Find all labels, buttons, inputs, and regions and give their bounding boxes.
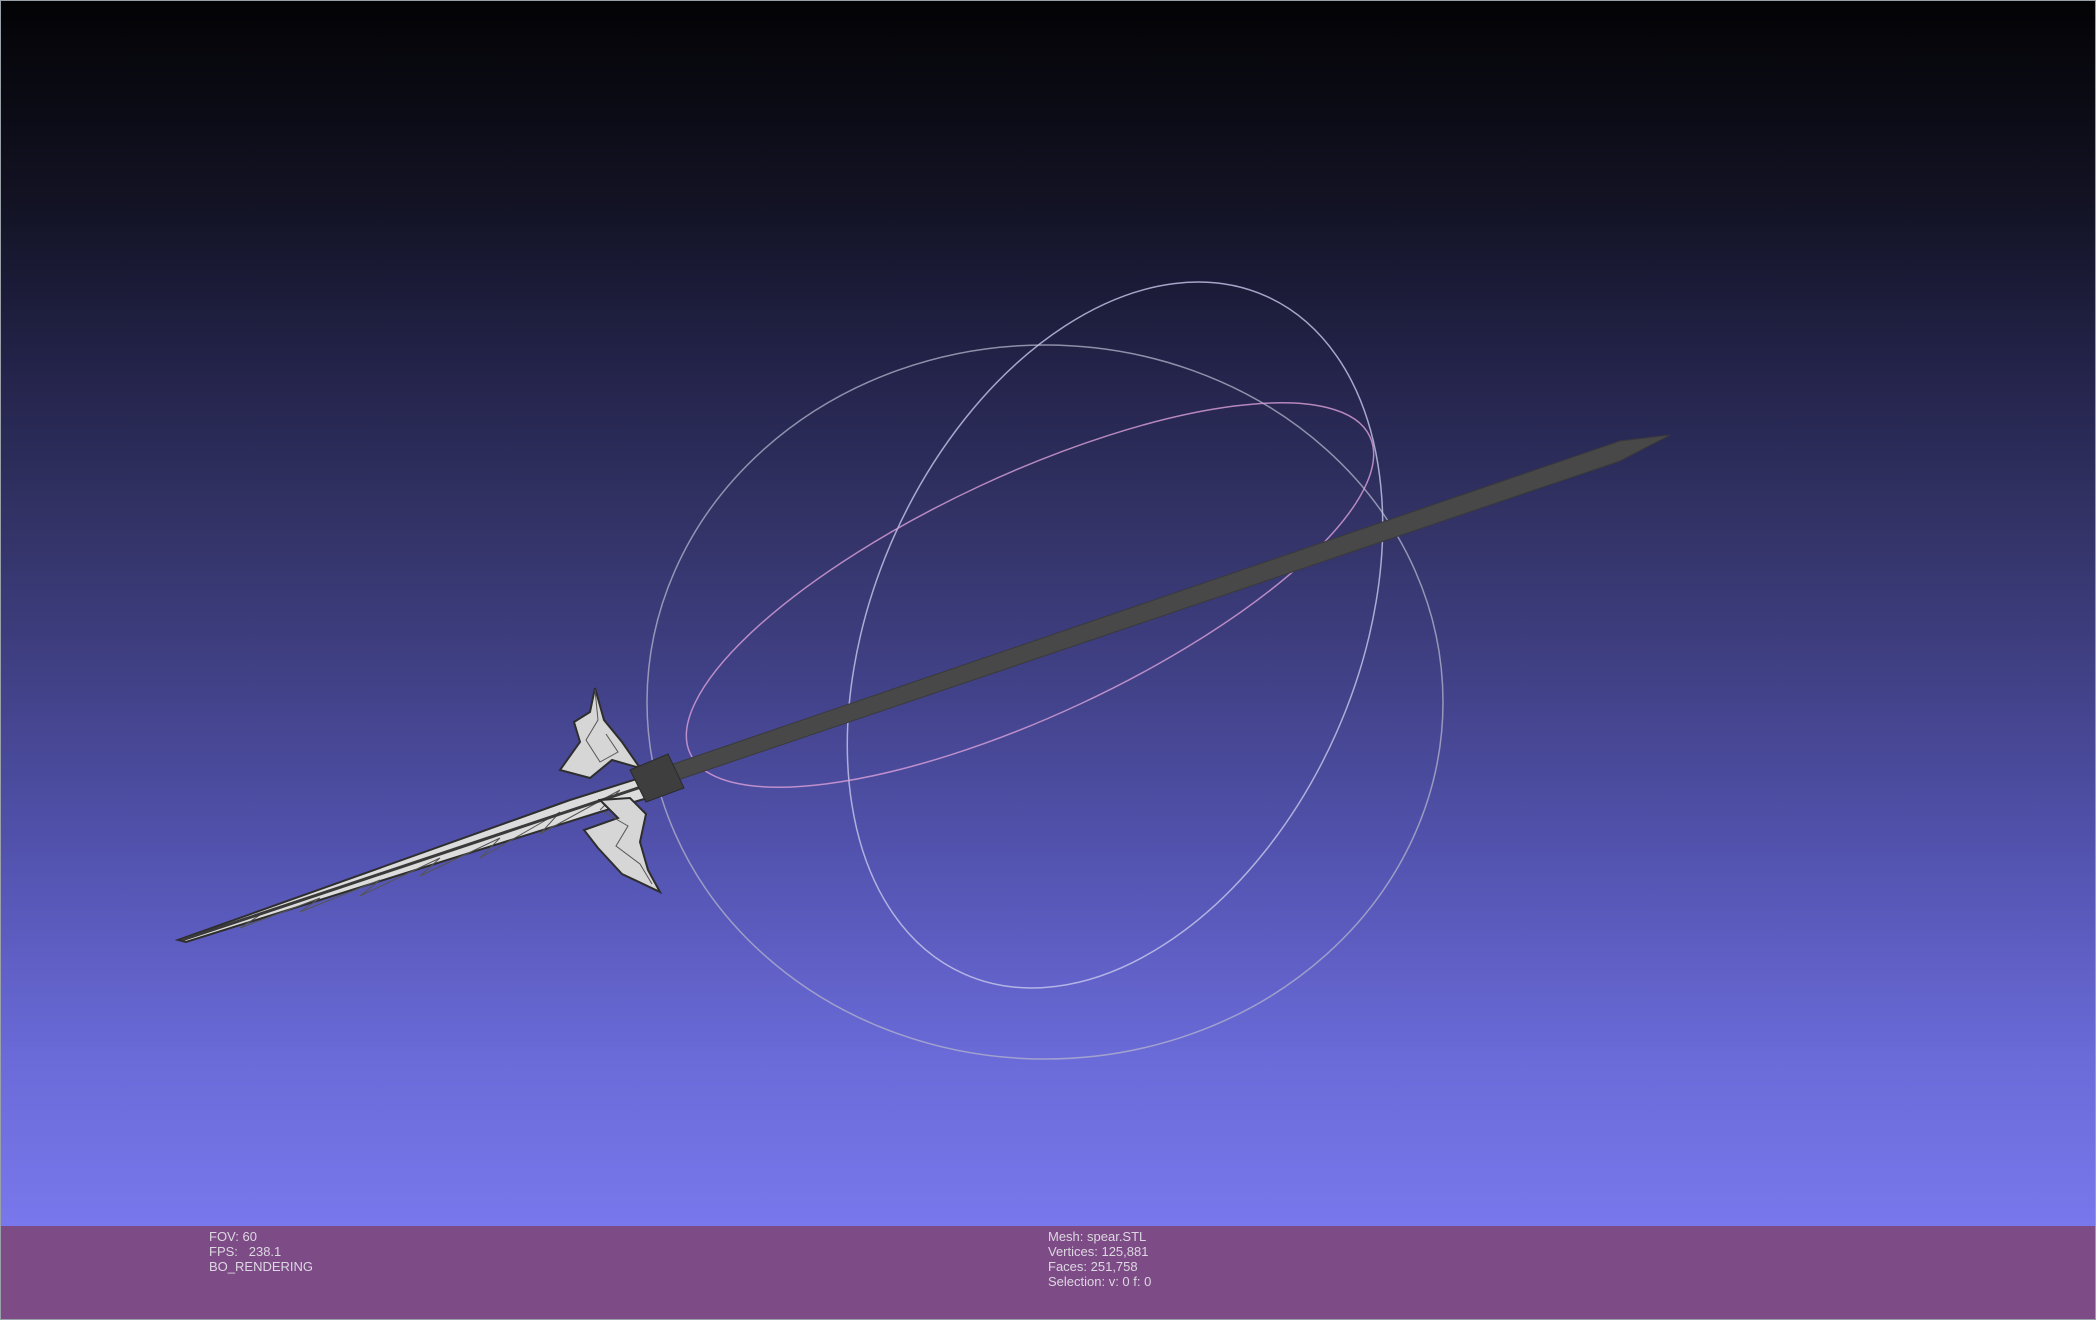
trackball-ring-vertical[interactable]	[743, 198, 1487, 1073]
scene-canvas[interactable]	[0, 0, 2096, 1226]
trackball-ring-horizontal[interactable]	[646, 344, 1444, 1060]
render-mode-label: BO_RENDERING	[209, 1259, 314, 1274]
selection-label: Selection: v: 0 f: 0	[1048, 1274, 1152, 1289]
vertices-label: Vertices: 125,881	[1048, 1244, 1149, 1259]
spear-guard-upper	[558, 687, 643, 780]
info-overlay-bar: FOV: 60 FPS: 238.1 BO_RENDERING Mesh: sp…	[0, 1226, 2096, 1320]
fps-label: FPS: 238.1	[209, 1244, 282, 1259]
fov-label: FOV: 60	[209, 1229, 257, 1244]
trackball-ring-diagonal[interactable]	[639, 328, 1420, 862]
faces-label: Faces: 251,758	[1048, 1259, 1138, 1274]
mesh-info: Mesh: spear.STL Vertices: 125,881 Faces:…	[1048, 1229, 1151, 1289]
mesh-name-label: Mesh: spear.STL	[1048, 1229, 1147, 1244]
render-info: FOV: 60 FPS: 238.1 BO_RENDERING	[209, 1229, 313, 1274]
3d-viewport[interactable]	[0, 0, 2096, 1226]
spear-shaft	[648, 434, 1671, 785]
spear-mesh[interactable]	[174, 434, 1671, 944]
